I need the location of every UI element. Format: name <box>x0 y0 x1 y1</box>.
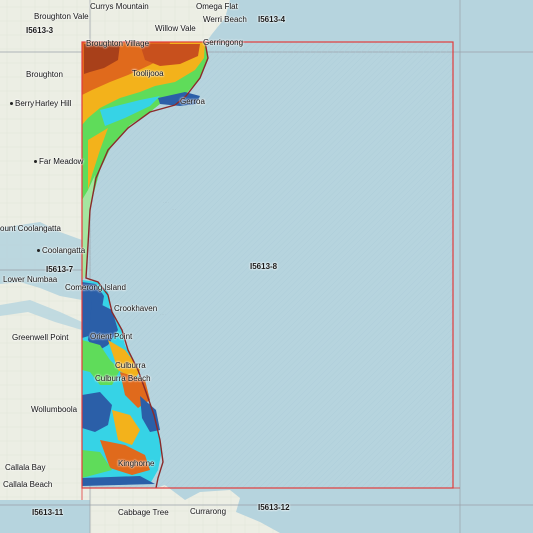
place-coolangatta: Coolangatta <box>37 247 85 255</box>
place-broughton-village: Broughton Village <box>86 39 150 48</box>
place-currys-mountain: Currys Mountain <box>90 2 149 11</box>
place-kinghorne: Kinghorne <box>118 459 155 468</box>
place-werri-beach: Werri Beach <box>203 15 247 24</box>
place-berry-label: Berry <box>15 99 35 108</box>
svg-text:·· ·: ·· · <box>172 207 176 211</box>
svg-text:· ·· ·: · ·· · <box>163 200 169 204</box>
place-toolijooa: Toolijooa <box>132 69 164 78</box>
place-cabbage-tree: Cabbage Tree <box>118 508 169 517</box>
place-broughton-vale-top: Broughton Vale <box>34 12 89 21</box>
place-crookhaven: Crookhaven <box>114 304 158 313</box>
tile-label-7: I5613-7 <box>46 265 74 274</box>
place-berry: Berry <box>10 100 34 108</box>
tile-label-11: I5613-11 <box>32 508 64 517</box>
place-berry-dot <box>10 102 13 106</box>
place-omega-flat: Omega Flat <box>196 2 238 11</box>
tile-label-3: I5613-3 <box>26 26 54 35</box>
tile-label-8: I5613-8 <box>250 262 278 271</box>
place-broughton: Broughton <box>26 70 63 79</box>
place-currarong: Currarong <box>190 507 227 516</box>
place-willow-vale: Willow Vale <box>155 24 196 33</box>
place-far-meadow-label: Far Meadow <box>39 157 84 166</box>
place-far-meadow-dot <box>34 160 37 164</box>
place-comerong-island: Comerong Island <box>65 283 126 292</box>
place-far-meadow: Far Meadow <box>34 158 83 166</box>
place-callala-bay: Callala Bay <box>5 463 46 472</box>
place-harley-hill: Harley Hill <box>35 99 72 108</box>
place-gerroa: Gerroa <box>180 97 205 106</box>
place-lower-numbaa: Lower Numbaa <box>3 275 58 284</box>
place-culburra-beach: Culburra Beach <box>95 374 151 383</box>
place-culburra: Culburra <box>115 361 146 370</box>
tile-label-12: I5613-12 <box>258 503 290 512</box>
place-coolangatta-label: Coolangatta <box>42 246 86 255</box>
tile-label-4: I5613-4 <box>258 15 286 24</box>
place-coolangatta-dot <box>37 249 40 253</box>
place-gerringong: Gerringong <box>203 38 244 47</box>
place-wollumboola: Wollumboola <box>31 405 78 414</box>
svg-text:· ·· ·: · ·· · <box>160 312 166 316</box>
place-orient-point: Orient Point <box>90 332 133 341</box>
svg-text:··: ·· <box>170 319 172 323</box>
place-mount-coolangatta: ount Coolangatta <box>0 224 61 233</box>
place-callala-beach: Callala Beach <box>3 480 53 489</box>
place-greenwell-point: Greenwell Point <box>12 333 69 342</box>
